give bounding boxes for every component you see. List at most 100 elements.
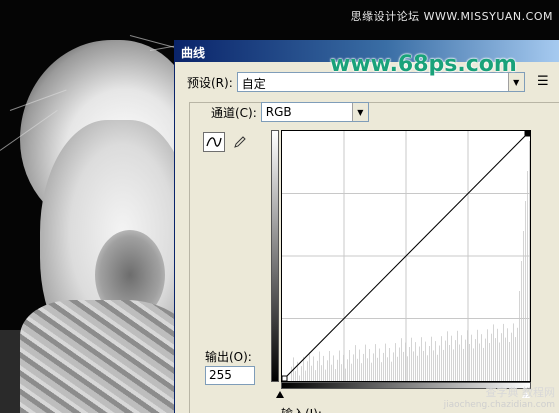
histogram-bar <box>299 375 300 381</box>
histogram-bar <box>415 342 416 381</box>
histogram-bar <box>477 329 478 381</box>
histogram-bar <box>295 371 296 381</box>
histogram-bar <box>479 343 480 381</box>
chevron-down-icon[interactable]: ▼ <box>351 103 368 121</box>
histogram-bar <box>465 339 466 381</box>
output-field[interactable]: 255 <box>205 366 255 385</box>
histogram-bar <box>443 349 444 381</box>
channel-select[interactable]: RGB ▼ <box>260 102 369 122</box>
scarf-region <box>20 300 195 413</box>
histogram-bar <box>507 328 508 381</box>
channel-value: RGB <box>265 105 292 119</box>
histogram-bar <box>385 343 386 381</box>
histogram-bar <box>339 350 340 381</box>
histogram-bar <box>523 231 524 381</box>
histogram-bar <box>419 346 420 381</box>
histogram-bar <box>475 339 476 381</box>
curves-dialog: 曲线 预设(R): 自定 ▼ ☰ 通道(C): RGB ▼ 输出(O): 255… <box>174 40 559 413</box>
preset-options-icon[interactable]: ☰ <box>537 74 549 89</box>
histogram-bar <box>525 201 526 381</box>
histogram-bar <box>331 364 332 381</box>
histogram-bar <box>433 350 434 381</box>
channel-label: 通道(C): <box>211 105 257 120</box>
histogram-bar <box>447 331 448 381</box>
output-gradient-bar <box>271 130 279 382</box>
histogram-bar <box>303 356 304 381</box>
histogram-bar <box>511 332 512 381</box>
histogram-bar <box>495 338 496 381</box>
histogram-bar <box>311 365 312 381</box>
histogram-bar <box>387 357 388 381</box>
histogram-bar <box>367 358 368 381</box>
histogram-bar <box>481 334 482 381</box>
histogram-bar <box>383 352 384 381</box>
histogram-bar <box>503 323 504 381</box>
histogram-bar <box>305 370 306 381</box>
histogram-bar <box>497 328 498 381</box>
histogram-bar <box>459 344 460 381</box>
histogram-bar <box>485 338 486 381</box>
histogram-bar <box>377 357 378 381</box>
histogram-bar <box>389 348 390 381</box>
histogram-bar <box>493 324 494 381</box>
histogram-bar <box>337 359 338 381</box>
histogram-bar <box>449 345 450 381</box>
histogram-bar <box>517 327 518 381</box>
histogram-bar <box>307 361 308 381</box>
preset-label: 预设(R): <box>187 75 233 90</box>
histogram-bar <box>455 340 456 381</box>
histogram-bar <box>329 351 330 381</box>
histogram-bar <box>489 343 490 381</box>
histogram-bar <box>445 340 446 381</box>
histogram-bar <box>381 362 382 381</box>
histogram-bar <box>349 350 350 381</box>
histogram-bar <box>357 358 358 381</box>
histogram-bar <box>403 351 404 381</box>
histogram-bar <box>463 348 464 381</box>
histogram-bar <box>423 350 424 381</box>
histogram-bar <box>473 348 474 381</box>
curve-chart[interactable] <box>281 130 531 382</box>
histogram-bar <box>353 354 354 381</box>
histogram-bar <box>427 355 428 381</box>
histogram-bar <box>469 344 470 381</box>
curve-graph[interactable] <box>281 130 531 382</box>
pencil-tool-icon[interactable] <box>229 132 251 152</box>
histogram-bar <box>457 330 458 381</box>
histogram-bar <box>505 337 506 381</box>
histogram-bar <box>375 344 376 381</box>
histogram-bar <box>309 352 310 381</box>
histogram-bar <box>409 347 410 381</box>
histogram-bar <box>301 366 302 381</box>
histogram-bar <box>321 365 322 381</box>
input-label: 输入(I): <box>281 405 322 413</box>
histogram-bar <box>345 368 346 381</box>
black-point-slider[interactable] <box>276 391 284 398</box>
histogram-bar <box>453 349 454 381</box>
histogram-bar <box>355 345 356 381</box>
histogram-bar <box>441 336 442 381</box>
curve-tool-icon[interactable] <box>203 132 225 152</box>
histogram-bar <box>351 363 352 381</box>
histogram-bar <box>313 356 314 381</box>
curve-control-point[interactable] <box>281 375 288 382</box>
histogram-bar <box>361 363 362 381</box>
channel-row: 通道(C): RGB ▼ <box>211 102 369 122</box>
output-label: 输出(O): <box>205 350 252 364</box>
histogram-bar <box>435 341 436 381</box>
histogram-bar <box>323 355 324 381</box>
histogram-bar <box>363 353 364 381</box>
histogram-bar <box>369 349 370 381</box>
histogram-bar <box>371 362 372 381</box>
histogram-bar <box>513 323 514 381</box>
histogram-bar <box>417 355 418 381</box>
histogram-bar <box>491 333 492 381</box>
histogram-bar <box>395 343 396 381</box>
histogram-bar <box>509 342 510 381</box>
histogram-bar <box>347 359 348 381</box>
histogram-bar <box>325 369 326 381</box>
histogram-bar <box>529 141 530 381</box>
histogram-bar <box>327 360 328 381</box>
curve-control-point[interactable] <box>524 130 531 137</box>
histogram-bar <box>341 364 342 381</box>
